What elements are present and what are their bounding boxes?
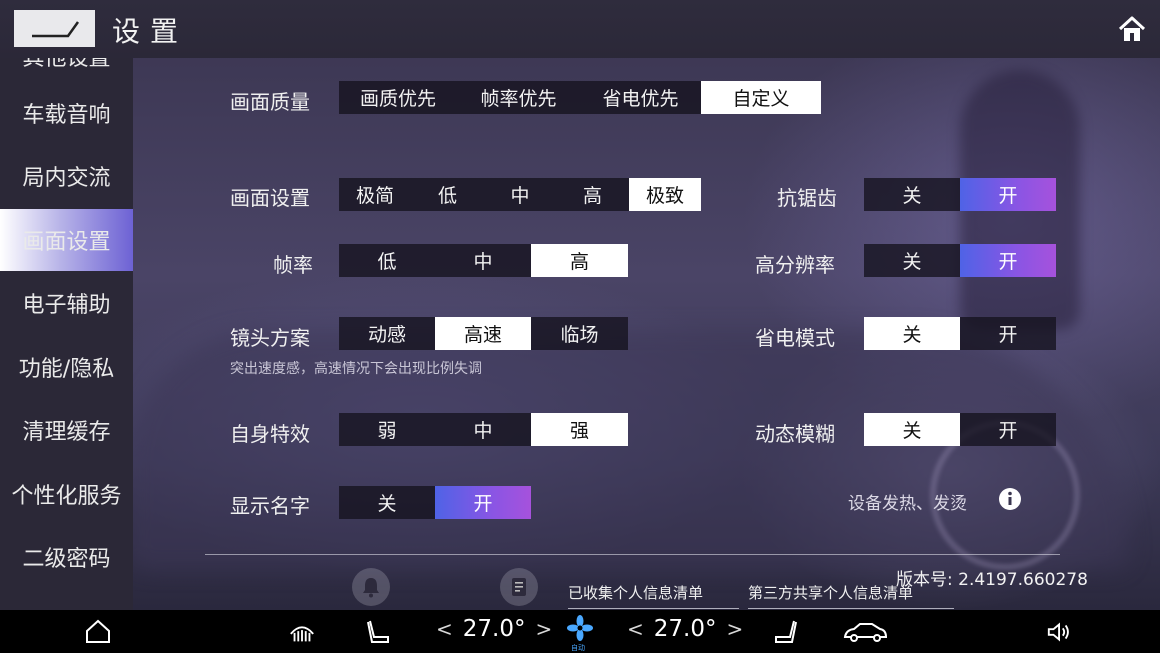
right-temperature[interactable]: < 27.0° > [627, 616, 743, 642]
camera-option[interactable]: 动感 [339, 317, 435, 350]
self-effect-option-selected[interactable]: 强 [531, 413, 628, 446]
info-icon[interactable] [998, 487, 1022, 511]
collected-info-link[interactable]: 已收集个人信息清单 [568, 582, 739, 609]
camera-label: 镜头方案 [230, 326, 310, 350]
car-icon[interactable] [842, 618, 888, 646]
high-res-label: 高分辨率 [755, 253, 835, 277]
quality-option-selected[interactable]: 自定义 [701, 81, 821, 114]
quality-label: 画面质量 [230, 90, 310, 114]
back-button[interactable] [14, 10, 95, 47]
antialias-label: 抗锯齿 [777, 186, 837, 210]
seat-heat-left-icon[interactable] [364, 618, 392, 646]
back-icon [31, 20, 79, 37]
antialias-on-selected[interactable]: 开 [960, 178, 1056, 211]
motion-blur-toggle: 关 开 [864, 413, 1056, 446]
antialias-toggle: 关 开 [864, 178, 1056, 211]
camera-hint: 突出速度感，高速情况下会出现比例失调 [230, 361, 482, 377]
page-title: 设置 [112, 15, 189, 48]
graphics-option-selected[interactable]: 极致 [629, 178, 701, 211]
camera-option-selected[interactable]: 高速 [435, 317, 531, 350]
framerate-option-selected[interactable]: 高 [531, 244, 628, 277]
seat-heat-right-icon[interactable] [772, 618, 800, 646]
rear-defrost-icon[interactable] [288, 618, 316, 646]
graphics-option[interactable]: 极简 [339, 178, 411, 211]
self-effect-selector: 弱 中 强 [339, 413, 628, 446]
volume-icon[interactable] [1046, 618, 1074, 646]
framerate-option[interactable]: 中 [435, 244, 531, 277]
notification-button[interactable] [352, 568, 390, 606]
sidebar-item-privacy[interactable]: 功能/隐私 [0, 336, 133, 398]
self-effect-label: 自身特效 [230, 422, 310, 446]
power-save-toggle: 关 开 [864, 317, 1056, 350]
high-res-toggle: 关 开 [864, 244, 1056, 277]
vehicle-bottom-bar: < 27.0° > 自动 < 27.0° > [0, 610, 1160, 653]
high-res-off[interactable]: 关 [864, 244, 960, 277]
sidebar-item-graphics[interactable]: 画面设置 [0, 209, 133, 271]
temp-up-left[interactable]: > [535, 617, 552, 641]
graphics-option[interactable]: 低 [411, 178, 484, 211]
graphics-selector: 极简 低 中 高 极致 [339, 178, 701, 211]
quality-selector: 画质优先 帧率优先 省电优先 自定义 [339, 81, 821, 114]
self-effect-option[interactable]: 中 [435, 413, 531, 446]
motion-blur-on[interactable]: 开 [960, 413, 1056, 446]
overheat-label: 设备发热、发烫 [848, 494, 967, 514]
divider [205, 554, 1060, 555]
framerate-selector: 低 中 高 [339, 244, 628, 277]
left-temperature[interactable]: < 27.0° > [436, 616, 552, 642]
antialias-off[interactable]: 关 [864, 178, 960, 211]
sidebar-item-password[interactable]: 二级密码 [0, 526, 133, 588]
framerate-label: 帧率 [273, 253, 313, 277]
sidebar-item-personalize[interactable]: 个性化服务 [0, 463, 133, 525]
graphics-option[interactable]: 高 [556, 178, 629, 211]
sidebar-item-assist[interactable]: 电子辅助 [0, 272, 133, 334]
sidebar-item-audio[interactable]: 车载音响 [0, 82, 133, 144]
quality-option[interactable]: 省电优先 [580, 81, 701, 114]
motion-blur-label: 动态模糊 [755, 422, 835, 446]
power-save-off-selected[interactable]: 关 [864, 317, 960, 350]
power-save-on[interactable]: 开 [960, 317, 1056, 350]
sidebar-item-other[interactable]: 其他设置 [0, 58, 133, 76]
fan-icon[interactable] [566, 614, 594, 642]
temp-down-left[interactable]: < [436, 617, 453, 641]
high-res-on-selected[interactable]: 开 [960, 244, 1056, 277]
graphics-option[interactable]: 中 [484, 178, 556, 211]
quality-option[interactable]: 帧率优先 [457, 81, 580, 114]
fan-auto-label: 自动 [571, 644, 585, 652]
document-icon [512, 578, 526, 596]
bell-icon [363, 578, 379, 598]
camera-option[interactable]: 临场 [531, 317, 628, 350]
motion-blur-off-selected[interactable]: 关 [864, 413, 960, 446]
sidebar: 其他设置 车载音响 局内交流 画面设置 电子辅助 功能/隐私 清理缓存 个性化服… [0, 58, 133, 610]
camera-selector: 动感 高速 临场 [339, 317, 628, 350]
show-name-toggle: 关 开 [339, 486, 531, 519]
temp-down-right[interactable]: < [627, 617, 644, 641]
header: 设置 [0, 0, 1160, 58]
show-name-on-selected[interactable]: 开 [435, 486, 531, 519]
sidebar-item-chat[interactable]: 局内交流 [0, 145, 133, 207]
graphics-label: 画面设置 [230, 186, 310, 210]
show-name-off[interactable]: 关 [339, 486, 435, 519]
home-icon[interactable] [1117, 14, 1147, 44]
self-effect-option[interactable]: 弱 [339, 413, 435, 446]
document-button[interactable] [500, 568, 538, 606]
power-save-label: 省电模式 [755, 326, 835, 350]
sidebar-item-cache[interactable]: 清理缓存 [0, 399, 133, 461]
version-label: 版本号: 2.4197.660278 [896, 570, 1088, 590]
temp-up-right[interactable]: > [726, 617, 743, 641]
home-outline-icon[interactable] [84, 617, 112, 645]
framerate-option[interactable]: 低 [339, 244, 435, 277]
show-name-label: 显示名字 [230, 494, 310, 518]
quality-option[interactable]: 画质优先 [339, 81, 457, 114]
